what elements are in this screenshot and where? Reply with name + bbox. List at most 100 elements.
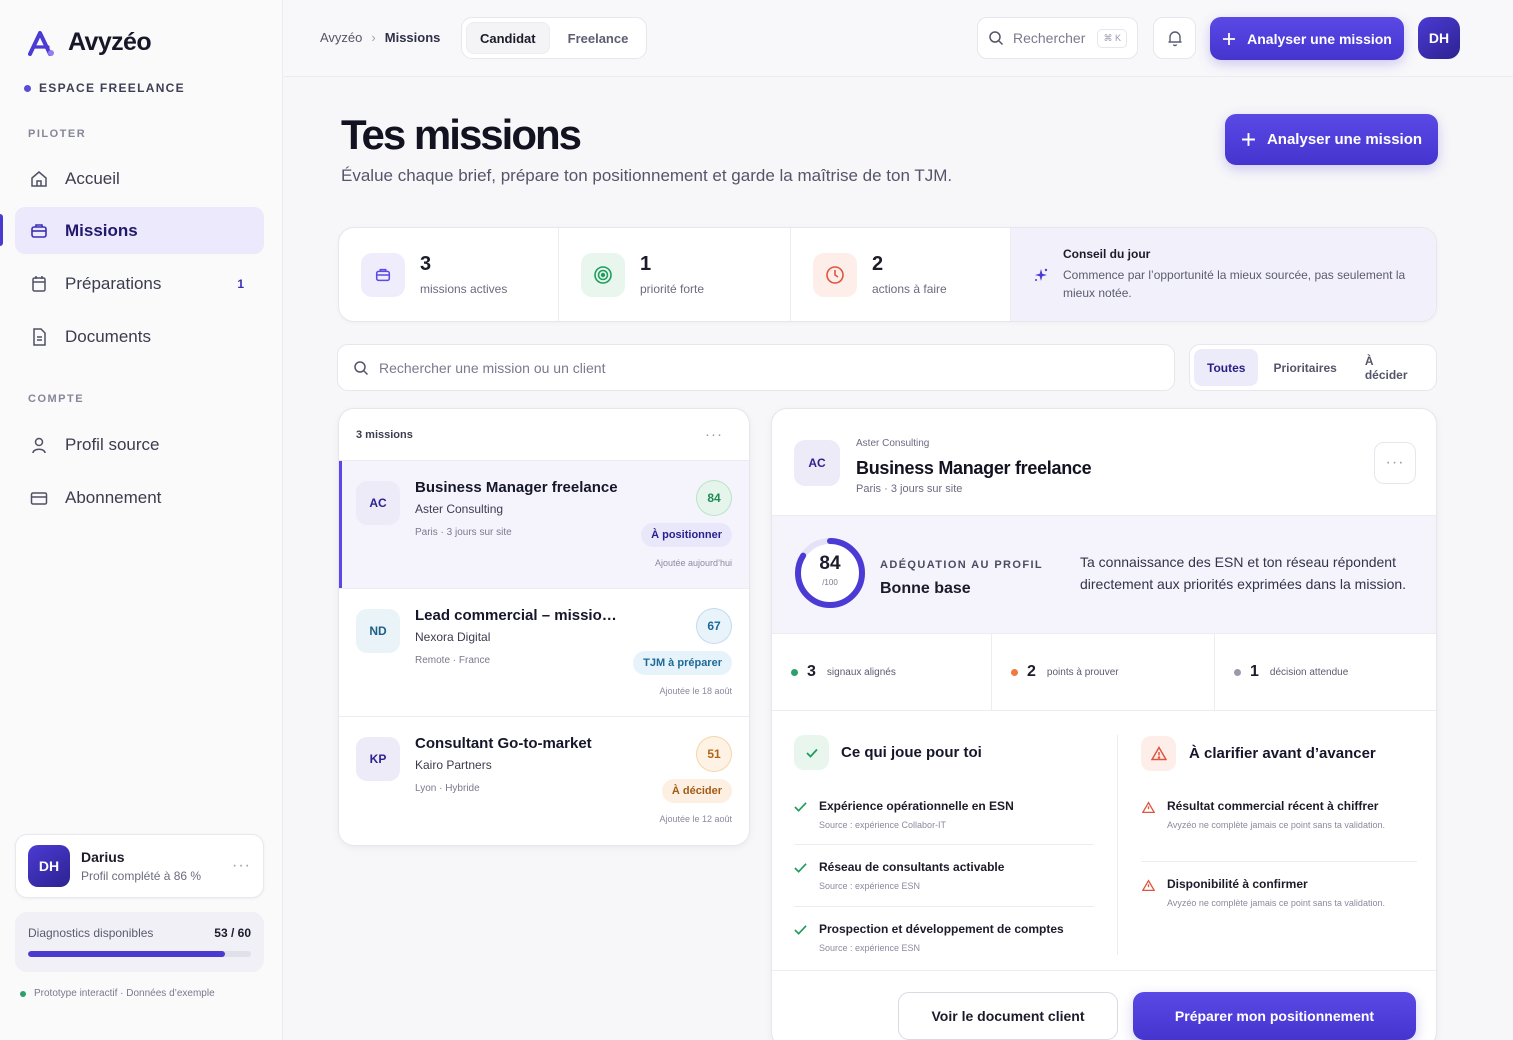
sidebar-item-preparations[interactable]: Préparations 1 xyxy=(15,260,264,307)
strength-item: Prospection et développement de comptes S… xyxy=(794,922,1064,956)
filter-a-decider[interactable]: À décider xyxy=(1352,349,1432,386)
clarify-item-title: Disponibilité à confirmer xyxy=(1167,877,1308,891)
clarify-item-note: Avyzéo ne complète jamais ce point sans … xyxy=(1167,898,1385,908)
sidebar-item-label: Préparations xyxy=(65,273,162,293)
brand-logo[interactable]: Avyzéo xyxy=(28,28,152,57)
detail-company: Aster Consulting xyxy=(856,438,930,449)
diagnostics-label: Diagnostics disponibles xyxy=(28,926,154,940)
breadcrumb-root[interactable]: Avyzéo xyxy=(320,30,362,45)
mode-switch: Candidat Freelance xyxy=(461,17,648,59)
space-label: ESPACE FREELANCE xyxy=(24,81,185,95)
status-badge: À décider xyxy=(661,779,732,803)
mission-company: Aster Consulting xyxy=(415,502,504,516)
sidebar-item-profil-source[interactable]: Profil source xyxy=(15,421,264,468)
preparations-count-badge: 1 xyxy=(237,276,244,291)
search-shortcut: ⌘ K xyxy=(1097,28,1127,48)
analyze-mission-button[interactable]: Analyser une mission xyxy=(1225,114,1438,165)
sidebar-item-abonnement[interactable]: Abonnement xyxy=(15,474,264,521)
briefcase-icon xyxy=(29,221,49,241)
view-client-document-button[interactable]: Voir le document client xyxy=(898,992,1118,1040)
company-avatar: KP xyxy=(356,737,400,781)
mission-title: Consultant Go-to-market xyxy=(415,735,592,752)
user-icon xyxy=(29,435,49,455)
tip-text: Commence par l’opportunité la mieux sour… xyxy=(1063,268,1406,300)
list-item[interactable]: ND Lead commercial – mission ... Nexora … xyxy=(339,589,749,717)
global-search-placeholder: Rechercher xyxy=(1013,30,1086,46)
account-avatar[interactable]: DH xyxy=(1418,17,1460,59)
search-icon xyxy=(353,360,369,376)
analysis-columns: Ce qui joue pour toi Expérience opératio… xyxy=(772,711,1436,971)
mission-title: Business Manager freelance xyxy=(415,479,618,496)
user-menu-more-icon[interactable]: ··· xyxy=(232,857,251,875)
stat-value: 3 xyxy=(420,253,432,275)
prepare-positioning-button[interactable]: Préparer mon positionnement xyxy=(1133,992,1416,1040)
home-icon xyxy=(29,169,49,189)
sidebar-item-accueil[interactable]: Accueil xyxy=(15,155,264,202)
strength-source: Source : expérience ESN xyxy=(819,943,921,953)
sidebar-item-label: Documents xyxy=(65,326,151,346)
diagnostics-progress-bar xyxy=(28,951,251,957)
briefcase-icon xyxy=(361,252,405,297)
stat-active-missions: 3 missions actives xyxy=(339,228,559,321)
detail-header: AC Aster Consulting Business Manager fre… xyxy=(772,409,1436,516)
column-divider xyxy=(1117,735,1118,955)
fit-explanation: Ta connaissance des ESN et ton réseau ré… xyxy=(1080,554,1407,592)
added-date: Ajoutée aujourd’hui xyxy=(654,558,732,568)
avyzeo-logo-icon xyxy=(28,30,56,56)
stat-label: priorité forte xyxy=(640,282,705,296)
company-avatar: AC xyxy=(356,481,400,525)
list-item[interactable]: KP Consultant Go-to-market Kairo Partner… xyxy=(339,717,749,845)
signal-dot xyxy=(1011,668,1018,676)
divider xyxy=(794,844,1094,845)
notifications-button[interactable] xyxy=(1153,17,1196,59)
list-more-icon[interactable]: ··· xyxy=(705,426,723,443)
score-badge: 67 xyxy=(696,608,732,644)
clock-icon xyxy=(813,252,857,297)
profile-completion: Profil complété à 86 % xyxy=(81,869,202,883)
clarify-title: À clarifier avant d’avancer xyxy=(1189,745,1376,762)
sidebar-item-documents[interactable]: Documents xyxy=(15,313,264,360)
list-item[interactable]: AC Business Manager freelance Aster Cons… xyxy=(339,461,749,589)
prototype-note: Prototype interactif · Données d’exemple xyxy=(20,988,215,999)
fit-label: ADÉQUATION AU PROFIL xyxy=(880,559,1044,571)
signal-value: 1 xyxy=(1250,663,1259,680)
sidebar-item-label: Abonnement xyxy=(65,487,162,507)
divider xyxy=(1141,861,1417,862)
mode-freelance[interactable]: Freelance xyxy=(554,22,643,54)
mission-search-placeholder: Rechercher une mission ou un client xyxy=(379,359,606,376)
clarify-item: Résultat commercial récent à chiffrer Avy… xyxy=(1142,799,1392,833)
sidebar-item-missions[interactable]: Missions xyxy=(15,207,264,254)
mission-search-input[interactable]: Rechercher une mission ou un client xyxy=(337,344,1175,391)
clarify-item-note: Avyzéo ne complète jamais ce point sans … xyxy=(1167,820,1385,830)
mode-candidat[interactable]: Candidat xyxy=(466,22,550,54)
mission-filters: Toutes Prioritaires À décider xyxy=(1189,344,1437,391)
strength-item: Expérience opérationnelle en ESN Source :… xyxy=(794,799,1014,833)
global-search[interactable]: Rechercher ⌘ K xyxy=(977,17,1138,59)
filter-prioritaires[interactable]: Prioritaires xyxy=(1260,349,1349,386)
mission-title: Lead commercial – mission ... xyxy=(415,607,623,624)
plus-icon xyxy=(1222,32,1236,46)
fit-score-denominator: /100 xyxy=(822,578,838,587)
strength-title: Expérience opérationnelle en ESN xyxy=(819,799,1014,813)
analyze-mission-label: Analyser une mission xyxy=(1247,30,1392,47)
check-icon xyxy=(794,925,807,935)
stat-high-priority: 1 priorité forte xyxy=(559,228,791,321)
profile-fit-panel: 84 /100 ADÉQUATION AU PROFIL Bonne base … xyxy=(772,516,1436,634)
strength-title: Prospection et développement de comptes xyxy=(819,922,1064,936)
tip-title: Conseil du jour xyxy=(1063,247,1151,261)
detail-location: Paris · 3 jours sur site xyxy=(856,483,963,495)
check-icon xyxy=(794,863,807,873)
warning-icon xyxy=(1141,736,1176,771)
filter-toutes[interactable]: Toutes xyxy=(1194,349,1259,386)
signals-row: 3 signaux alignés 2 points à prouver 1 d… xyxy=(772,634,1436,711)
user-card[interactable]: DH Darius Profil complété à 86 % ··· xyxy=(15,834,264,898)
signal-to-prove: 2 points à prouver xyxy=(992,634,1215,710)
mission-list-header: 3 missions ··· xyxy=(339,409,749,461)
analyze-mission-button-top[interactable]: Analyser une mission xyxy=(1210,17,1404,60)
detail-more-icon[interactable]: ··· xyxy=(1374,442,1416,484)
avatar: DH xyxy=(28,845,70,887)
added-date: Ajoutée le 12 août xyxy=(659,814,732,824)
signal-dot xyxy=(791,668,798,676)
status-dot xyxy=(20,990,26,997)
signal-decision: 1 décision attendue xyxy=(1215,634,1436,710)
